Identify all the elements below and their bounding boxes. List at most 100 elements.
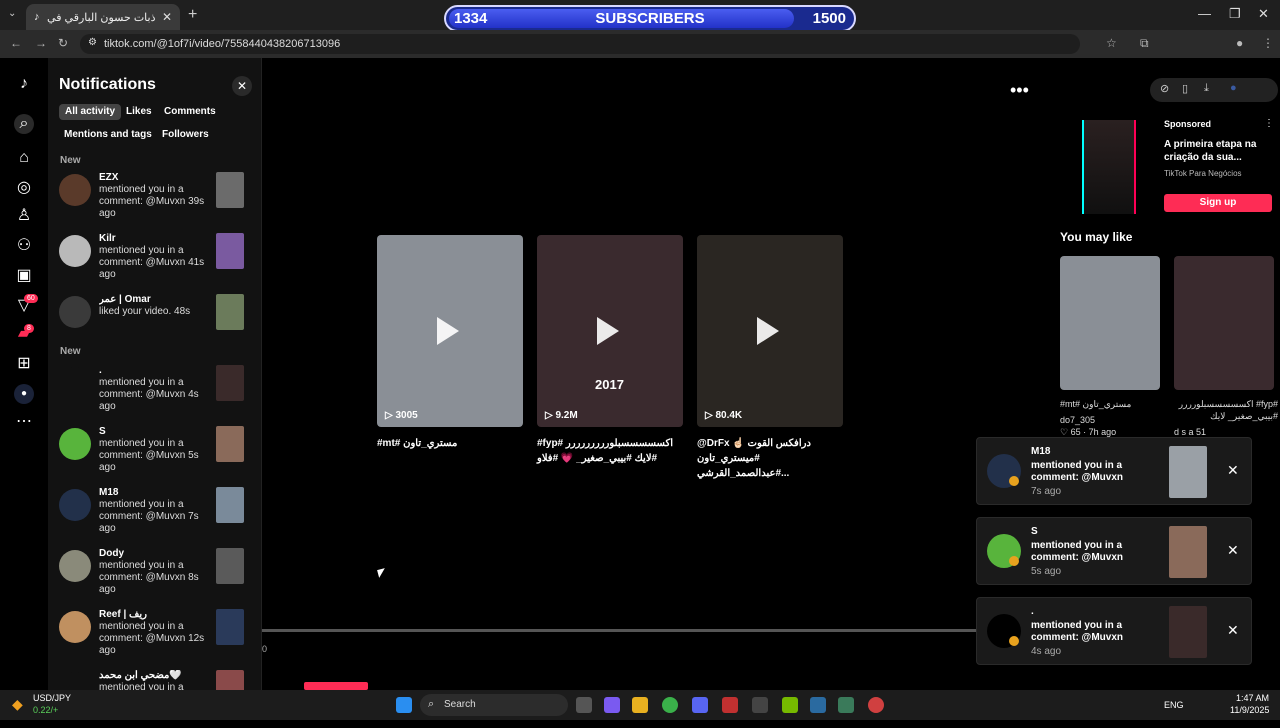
clock-time[interactable]: 1:47 AM xyxy=(1236,693,1269,703)
notification-username[interactable]: S xyxy=(99,426,209,437)
tiktok-logo-icon[interactable]: ♪ xyxy=(14,74,34,94)
toast-thumbnail[interactable] xyxy=(1169,526,1207,578)
new-tab-button[interactable]: + xyxy=(188,6,197,24)
forward-icon[interactable]: → xyxy=(35,36,47,50)
notification-username[interactable]: مضحي ابن محمد🤍 xyxy=(99,670,209,681)
copilot-icon[interactable] xyxy=(604,697,620,713)
avatar[interactable] xyxy=(59,174,91,206)
url-field[interactable]: ⚙ tiktok.com/@1of7i/video/75584404382067… xyxy=(80,34,1080,54)
browser-tab[interactable]: ♪ ذبات حسون البارقي في الصـ (68) ✕ xyxy=(26,4,180,30)
toast-close-icon[interactable]: ✕ xyxy=(1227,542,1239,559)
site-info-icon[interactable]: ⚙ xyxy=(88,37,97,48)
avatar[interactable] xyxy=(59,428,91,460)
avatar[interactable] xyxy=(59,489,91,521)
bookmark-star-icon[interactable]: ☆ xyxy=(1106,36,1117,50)
upload-icon[interactable]: ⊞ xyxy=(14,354,34,374)
ad-more-icon[interactable]: ⋮ xyxy=(1264,118,1274,129)
notification-row[interactable]: S mentioned you in a comment: @Muvxn 5s … xyxy=(48,426,262,484)
ad-image[interactable] xyxy=(1082,120,1136,214)
app-icon[interactable] xyxy=(810,697,826,713)
home-icon[interactable]: ⌂ xyxy=(14,148,34,168)
video-card[interactable]: 2017 ▷ 9.2M xyxy=(537,235,683,427)
discord-icon[interactable] xyxy=(692,697,708,713)
notification-row[interactable]: Reef | ريف mentioned you in a comment: @… xyxy=(48,609,262,667)
notification-row[interactable]: M18 mentioned you in a comment: @Muvxn 7… xyxy=(48,487,262,545)
browser-menu-icon[interactable]: ⋮ xyxy=(1262,36,1274,50)
profile-icon[interactable]: ● xyxy=(1236,36,1243,50)
notification-thumbnail[interactable] xyxy=(216,609,244,645)
more-icon[interactable]: ⋯ xyxy=(14,412,34,432)
notification-thumbnail[interactable] xyxy=(216,294,244,330)
filter-mentions[interactable]: Mentions and tags xyxy=(58,127,158,143)
avatar[interactable] xyxy=(59,367,91,399)
notification-username[interactable]: عمر | Omar xyxy=(99,294,209,305)
notification-thumbnail[interactable] xyxy=(216,487,244,523)
start-icon[interactable] xyxy=(396,697,412,713)
nvidia-icon[interactable] xyxy=(782,697,798,713)
notification-username[interactable]: Reef | ريف xyxy=(99,609,209,620)
notification-toast[interactable]: M18 mentioned you in a comment: @Muvxn 7… xyxy=(976,437,1252,505)
app-icon[interactable] xyxy=(722,697,738,713)
notification-row[interactable]: عمر | Omar liked your video. 48s xyxy=(48,294,262,352)
more-options-icon[interactable]: ••• xyxy=(1010,80,1029,101)
video-card[interactable]: ▷ 80.4K xyxy=(697,235,843,427)
signup-button[interactable]: Sign up xyxy=(1164,194,1272,212)
video-caption[interactable]: #fyp# اكسسسسسبلوررررررررر #لايك #بيبي_صغ… xyxy=(537,436,685,466)
reload-icon[interactable]: ↻ xyxy=(58,36,68,50)
taskbar-search[interactable]: ⌕ Search xyxy=(420,694,568,716)
notification-row[interactable]: Kilr mentioned you in a comment: @Muvxn … xyxy=(48,233,262,291)
extensions-icon[interactable]: ⧉ xyxy=(1140,36,1149,51)
live-icon[interactable]: ▣ xyxy=(14,266,34,286)
back-icon[interactable]: ← xyxy=(10,36,22,50)
avatar[interactable] xyxy=(59,550,91,582)
suggested-video[interactable] xyxy=(1060,256,1160,390)
toast-thumbnail[interactable] xyxy=(1169,446,1207,498)
language-indicator[interactable]: ENG xyxy=(1164,700,1184,710)
ticker-name[interactable]: USD/JPY xyxy=(33,693,71,703)
notification-toast[interactable]: . mentioned you in a comment: @Muvxn 4s … xyxy=(976,597,1252,665)
app-icon[interactable] xyxy=(752,697,768,713)
avatar[interactable] xyxy=(59,235,91,267)
task-view-icon[interactable] xyxy=(576,697,592,713)
notification-thumbnail[interactable] xyxy=(216,233,244,269)
toast-close-icon[interactable]: ✕ xyxy=(1227,462,1239,479)
phone-icon[interactable]: ▯ xyxy=(1182,82,1188,95)
notification-username[interactable]: . xyxy=(99,365,209,376)
notifications-close-button[interactable]: ✕ xyxy=(232,76,252,96)
profile-avatar-icon[interactable]: ● xyxy=(14,384,34,404)
file-explorer-icon[interactable] xyxy=(632,697,648,713)
suggested-caption[interactable]: #mt# مستري_تاون xyxy=(1060,398,1164,410)
avatar-icon[interactable]: ● xyxy=(1230,82,1237,94)
play-icon[interactable] xyxy=(437,317,459,345)
video-caption[interactable]: @DrFx ☝🏻 درافكس القوت #ميستري_تاون #عبدا… xyxy=(697,436,845,481)
notification-row[interactable]: . mentioned you in a comment: @Muvxn 4s … xyxy=(48,365,262,423)
download-icon[interactable]: ⤓ xyxy=(1204,82,1209,95)
notification-row[interactable]: EZX mentioned you in a comment: @Muvxn 3… xyxy=(48,172,262,230)
play-icon[interactable] xyxy=(597,317,619,345)
play-icon[interactable] xyxy=(757,317,779,345)
notification-username[interactable]: M18 xyxy=(99,487,209,498)
avatar[interactable] xyxy=(59,296,91,328)
close-window-icon[interactable]: ✕ xyxy=(1258,6,1269,22)
suggested-caption[interactable]: #fyp# اكسسسسسبلورررر #بيبي_صغير_ لايك xyxy=(1174,398,1278,422)
notification-toast[interactable]: S mentioned you in a comment: @Muvxn 5s … xyxy=(976,517,1252,585)
notification-username[interactable]: Kilr xyxy=(99,233,209,244)
video-progress-bar[interactable] xyxy=(262,629,978,632)
filter-comments[interactable]: Comments xyxy=(158,104,222,120)
search-icon[interactable]: ⌕ xyxy=(14,114,34,134)
notification-thumbnail[interactable] xyxy=(216,548,244,584)
notification-username[interactable]: Dody xyxy=(99,548,209,559)
compass-icon[interactable]: ⊘ xyxy=(1160,82,1169,95)
tab-list-icon[interactable]: ⌄ xyxy=(8,8,16,19)
explore-icon[interactable]: ◎ xyxy=(14,178,34,198)
chrome-icon[interactable] xyxy=(662,697,678,713)
following-icon[interactable]: ♙ xyxy=(14,206,34,226)
avatar[interactable] xyxy=(59,611,91,643)
suggested-video[interactable] xyxy=(1174,256,1274,390)
toast-thumbnail[interactable] xyxy=(1169,606,1207,658)
obs-icon[interactable] xyxy=(868,697,884,713)
video-card[interactable]: ▷ 3005 xyxy=(377,235,523,427)
notification-username[interactable]: EZX xyxy=(99,172,209,183)
notification-thumbnail[interactable] xyxy=(216,365,244,401)
minimize-icon[interactable]: — xyxy=(1198,6,1211,21)
